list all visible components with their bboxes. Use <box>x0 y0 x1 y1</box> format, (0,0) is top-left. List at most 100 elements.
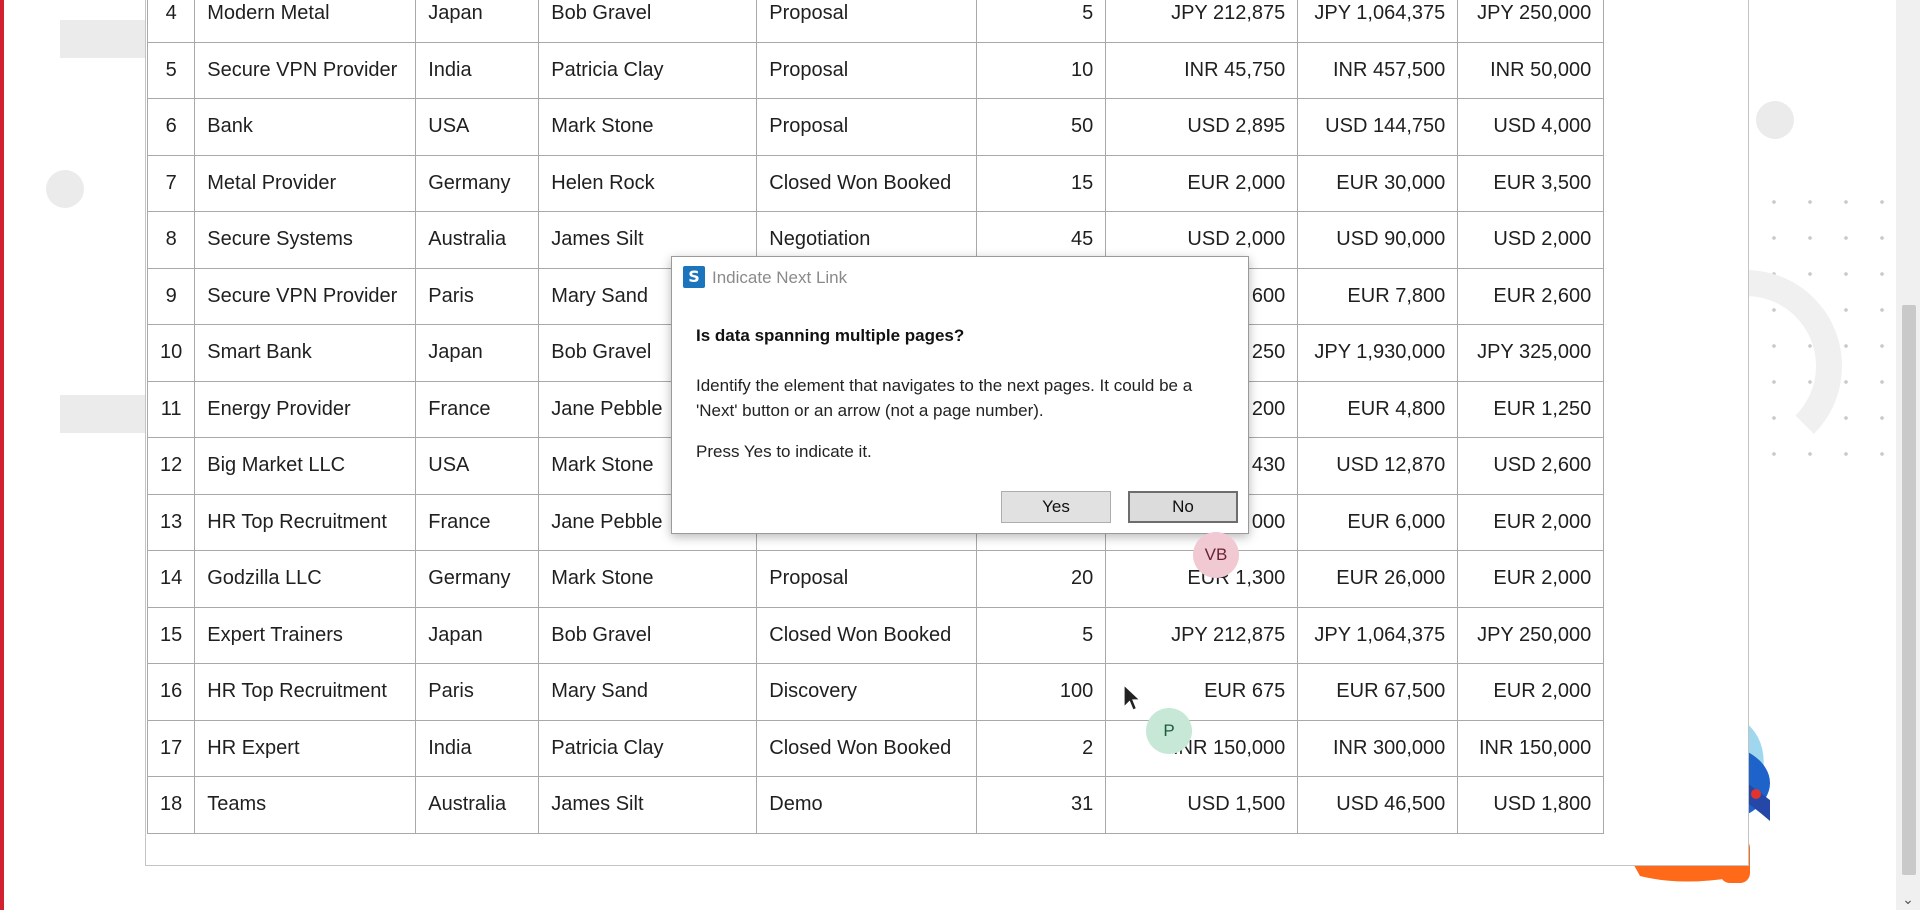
total-cell[interactable]: USD 90,000 <box>1297 211 1459 269</box>
customer-cell[interactable]: Secure VPN Provider <box>194 267 417 325</box>
country-cell[interactable]: Japan <box>415 606 540 664</box>
budget-cell[interactable]: USD 4,000 <box>1457 98 1605 156</box>
stage-cell[interactable]: Closed Won Booked <box>756 606 978 664</box>
unit-price-cell[interactable]: USD 1,500 <box>1105 776 1299 834</box>
customer-cell[interactable]: Godzilla LLC <box>194 550 417 608</box>
country-cell[interactable]: USA <box>415 437 540 495</box>
stage-cell[interactable]: Closed Won Booked <box>756 154 978 212</box>
customer-cell[interactable]: Modern Metal <box>194 0 417 43</box>
quantity-cell[interactable]: 5 <box>976 0 1107 43</box>
unit-price-cell[interactable]: INR 45,750 <box>1105 41 1299 99</box>
unit-price-cell[interactable]: USD 2,895 <box>1105 98 1299 156</box>
stage-cell[interactable]: Demo <box>756 776 978 834</box>
no-button[interactable]: No <box>1128 491 1238 523</box>
country-cell[interactable]: Paris <box>415 663 540 721</box>
country-cell[interactable]: Australia <box>415 211 540 269</box>
owner-cell[interactable]: Helen Rock <box>538 154 758 212</box>
total-cell[interactable]: USD 12,870 <box>1297 437 1459 495</box>
quantity-cell[interactable]: 2 <box>976 719 1107 777</box>
quantity-cell[interactable]: 5 <box>976 606 1107 664</box>
budget-cell[interactable]: EUR 1,250 <box>1457 380 1605 438</box>
country-cell[interactable]: Germany <box>415 550 540 608</box>
quantity-cell[interactable]: 50 <box>976 98 1107 156</box>
collaborator-avatar[interactable]: VB <box>1193 532 1239 578</box>
total-cell[interactable]: EUR 4,800 <box>1297 380 1459 438</box>
total-cell[interactable]: EUR 30,000 <box>1297 154 1459 212</box>
total-cell[interactable]: EUR 26,000 <box>1297 550 1459 608</box>
total-cell[interactable]: JPY 1,064,375 <box>1297 0 1459 43</box>
country-cell[interactable]: Japan <box>415 324 540 382</box>
collaborator-avatar[interactable]: P <box>1146 708 1192 754</box>
scrollbar-thumb[interactable] <box>1902 305 1916 875</box>
customer-cell[interactable]: Big Market LLC <box>194 437 417 495</box>
row-number-cell[interactable]: 11 <box>146 380 196 438</box>
quantity-cell[interactable]: 20 <box>976 550 1107 608</box>
total-cell[interactable]: EUR 6,000 <box>1297 493 1459 551</box>
row-number-cell[interactable]: 15 <box>146 606 196 664</box>
quantity-cell[interactable]: 31 <box>976 776 1107 834</box>
unit-price-cell[interactable]: JPY 212,875 <box>1105 606 1299 664</box>
budget-cell[interactable]: EUR 2,000 <box>1457 493 1605 551</box>
country-cell[interactable]: France <box>415 493 540 551</box>
row-number-cell[interactable]: 12 <box>146 437 196 495</box>
owner-cell[interactable]: Mary Sand <box>538 663 758 721</box>
row-number-cell[interactable]: 4 <box>146 0 196 43</box>
customer-cell[interactable]: Secure VPN Provider <box>194 41 417 99</box>
owner-cell[interactable]: Bob Gravel <box>538 0 758 43</box>
owner-cell[interactable]: Patricia Clay <box>538 41 758 99</box>
owner-cell[interactable]: Patricia Clay <box>538 719 758 777</box>
owner-cell[interactable]: Mark Stone <box>538 550 758 608</box>
quantity-cell[interactable]: 15 <box>976 154 1107 212</box>
budget-cell[interactable]: INR 50,000 <box>1457 41 1605 99</box>
total-cell[interactable]: USD 46,500 <box>1297 776 1459 834</box>
total-cell[interactable]: INR 457,500 <box>1297 41 1459 99</box>
budget-cell[interactable]: USD 2,600 <box>1457 437 1605 495</box>
unit-price-cell[interactable]: JPY 212,875 <box>1105 0 1299 43</box>
unit-price-cell[interactable]: EUR 2,000 <box>1105 154 1299 212</box>
total-cell[interactable]: EUR 67,500 <box>1297 663 1459 721</box>
scroll-down-arrow-icon[interactable]: ⌄ <box>1902 893 1914 907</box>
country-cell[interactable]: Australia <box>415 776 540 834</box>
country-cell[interactable]: Germany <box>415 154 540 212</box>
total-cell[interactable]: USD 144,750 <box>1297 98 1459 156</box>
stage-cell[interactable]: Proposal <box>756 41 978 99</box>
country-cell[interactable]: France <box>415 380 540 438</box>
budget-cell[interactable]: EUR 2,000 <box>1457 550 1605 608</box>
budget-cell[interactable]: EUR 3,500 <box>1457 154 1605 212</box>
budget-cell[interactable]: JPY 250,000 <box>1457 0 1605 43</box>
budget-cell[interactable]: JPY 250,000 <box>1457 606 1605 664</box>
row-number-cell[interactable]: 9 <box>146 267 196 325</box>
country-cell[interactable]: Paris <box>415 267 540 325</box>
row-number-cell[interactable]: 18 <box>146 776 196 834</box>
customer-cell[interactable]: Expert Trainers <box>194 606 417 664</box>
owner-cell[interactable]: James Silt <box>538 776 758 834</box>
customer-cell[interactable]: HR Top Recruitment <box>194 493 417 551</box>
unit-price-cell[interactable]: INR 150,000 <box>1105 719 1299 777</box>
country-cell[interactable]: India <box>415 719 540 777</box>
budget-cell[interactable]: EUR 2,000 <box>1457 663 1605 721</box>
customer-cell[interactable]: HR Expert <box>194 719 417 777</box>
row-number-cell[interactable]: 16 <box>146 663 196 721</box>
customer-cell[interactable]: Secure Systems <box>194 211 417 269</box>
row-number-cell[interactable]: 13 <box>146 493 196 551</box>
customer-cell[interactable]: HR Top Recruitment <box>194 663 417 721</box>
row-number-cell[interactable]: 7 <box>146 154 196 212</box>
country-cell[interactable]: India <box>415 41 540 99</box>
total-cell[interactable]: INR 300,000 <box>1297 719 1459 777</box>
customer-cell[interactable]: Smart Bank <box>194 324 417 382</box>
budget-cell[interactable]: JPY 325,000 <box>1457 324 1605 382</box>
budget-cell[interactable]: USD 1,800 <box>1457 776 1605 834</box>
stage-cell[interactable]: Proposal <box>756 0 978 43</box>
customer-cell[interactable]: Energy Provider <box>194 380 417 438</box>
row-number-cell[interactable]: 10 <box>146 324 196 382</box>
row-number-cell[interactable]: 5 <box>146 41 196 99</box>
quantity-cell[interactable]: 10 <box>976 41 1107 99</box>
customer-cell[interactable]: Teams <box>194 776 417 834</box>
stage-cell[interactable]: Proposal <box>756 98 978 156</box>
stage-cell[interactable]: Proposal <box>756 550 978 608</box>
country-cell[interactable]: Japan <box>415 0 540 43</box>
budget-cell[interactable]: USD 2,000 <box>1457 211 1605 269</box>
row-number-cell[interactable]: 8 <box>146 211 196 269</box>
total-cell[interactable]: JPY 1,064,375 <box>1297 606 1459 664</box>
stage-cell[interactable]: Discovery <box>756 663 978 721</box>
